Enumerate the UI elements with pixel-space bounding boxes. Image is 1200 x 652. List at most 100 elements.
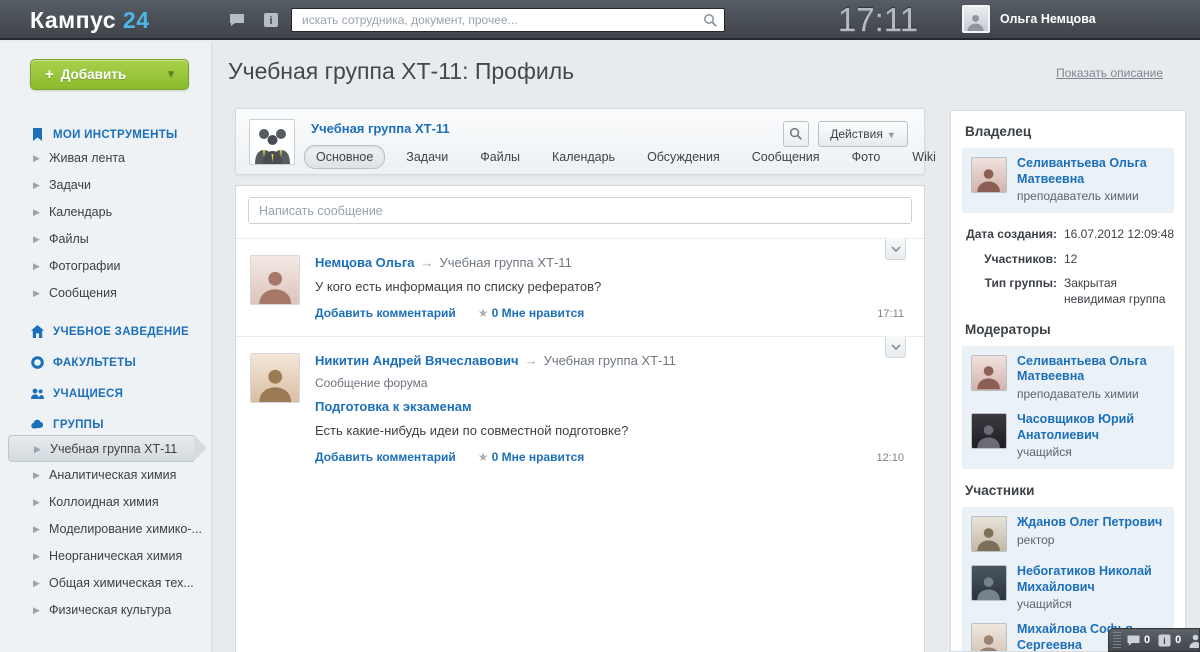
sidebar-item-messages[interactable]: ▶Сообщения xyxy=(0,280,212,307)
post-target-link[interactable]: Учебная группа ХТ-11 xyxy=(440,255,572,270)
add-comment-link[interactable]: Добавить комментарий xyxy=(315,306,456,320)
owner-row: Селивантьева Ольга Матвеевна преподавате… xyxy=(971,156,1165,203)
post-author-link[interactable]: Никитин Андрей Вячеславович xyxy=(315,353,519,368)
caret-icon: ▶ xyxy=(33,145,40,172)
sidebar-item-group-colloid[interactable]: ▶Коллоидная химия xyxy=(0,489,212,516)
post-kind: Сообщение форума xyxy=(315,376,904,390)
sidebar-item-group-analytic[interactable]: ▶Аналитическая химия xyxy=(0,462,212,489)
add-button[interactable]: +Добавить ▼ xyxy=(30,59,189,90)
tab-wiki[interactable]: Wiki xyxy=(901,146,947,168)
meta-row-created: Дата создания: 16.07.2012 12:09:48 xyxy=(965,227,1171,243)
caret-icon: ▶ xyxy=(33,489,40,516)
sidebar-section-faculties: ФАКУЛЬТЕТЫ xyxy=(0,356,212,369)
person-avatar[interactable] xyxy=(971,355,1007,391)
group-tabs: Основное Задачи Файлы Календарь Обсужден… xyxy=(304,145,1030,169)
sidebar-item-live-feed[interactable]: ▶Живая лента xyxy=(0,145,212,172)
post-author-link[interactable]: Немцова Ольга xyxy=(315,255,415,270)
bookmark-icon xyxy=(31,128,44,141)
moderator-row: Селивантьева Ольга Матвеевна преподавате… xyxy=(971,354,1165,401)
chat-icon[interactable] xyxy=(1126,633,1141,648)
person-icon[interactable] xyxy=(1188,633,1200,648)
person-name-link[interactable]: Жданов Олег Петрович xyxy=(1017,515,1165,531)
owner-heading: Владелец xyxy=(965,124,1171,139)
tab-tasks[interactable]: Задачи xyxy=(395,146,459,168)
people-icon xyxy=(31,387,44,400)
post-target-link[interactable]: Учебная группа ХТ-11 xyxy=(544,353,676,368)
like-button[interactable]: ★ 0 Мне нравится xyxy=(478,450,584,464)
person-avatar[interactable] xyxy=(971,413,1007,449)
person-name-link[interactable]: Селивантьева Ольга Матвеевна xyxy=(1017,354,1165,385)
sidebar-head-tools[interactable]: МОИ ИНСТРУМЕНТЫ xyxy=(0,128,212,141)
info-count-badge: 0 xyxy=(1175,634,1181,646)
info-icon[interactable]: i xyxy=(1157,633,1172,648)
tab-discussions[interactable]: Обсуждения xyxy=(636,146,731,168)
person-name-link[interactable]: Селивантьева Ольга Матвеевна xyxy=(1017,156,1165,187)
sidebar-section-tools: МОИ ИНСТРУМЕНТЫ ▶Живая лента ▶Задачи ▶Ка… xyxy=(0,128,212,307)
tab-main[interactable]: Основное xyxy=(304,145,385,169)
person-avatar[interactable] xyxy=(971,565,1007,601)
info-icon[interactable]: i xyxy=(262,11,280,29)
add-comment-link[interactable]: Добавить комментарий xyxy=(315,450,456,464)
group-avatar xyxy=(249,119,295,165)
sidebar-head-students[interactable]: УЧАЩИЕСЯ xyxy=(0,387,212,400)
chat-icon[interactable] xyxy=(228,11,246,29)
star-icon: ★ xyxy=(478,306,489,320)
member-row: Небогатиков Николай Михайлович учащийся xyxy=(971,564,1165,611)
sidebar-section-students: УЧАЩИЕСЯ xyxy=(0,387,212,400)
sidebar-head-groups[interactable]: ГРУППЫ xyxy=(0,418,212,431)
sidebar-item-group-general[interactable]: ▶Общая химическая тех... xyxy=(0,570,212,597)
feed-post: Немцова Ольга→Учебная группа ХТ-11 У ког… xyxy=(236,239,924,336)
show-description-link[interactable]: Показать описание xyxy=(1056,66,1163,80)
sidebar-item-calendar[interactable]: ▶Календарь xyxy=(0,199,212,226)
composer-input[interactable] xyxy=(249,198,911,223)
person-name-link[interactable]: Небогатиков Николай Михайлович xyxy=(1017,564,1165,595)
home-icon xyxy=(31,325,44,338)
caret-icon: ▶ xyxy=(33,462,40,489)
global-search xyxy=(291,8,725,32)
feed-post: Никитин Андрей Вячеславович→Учебная груп… xyxy=(236,337,924,480)
tab-messages[interactable]: Сообщения xyxy=(741,146,831,168)
person-role: учащийся xyxy=(1017,597,1165,611)
meta-row-members-count: Участников: 12 xyxy=(965,252,1171,268)
post-author-avatar[interactable] xyxy=(250,255,300,305)
chevron-down-icon: ▼ xyxy=(166,60,176,89)
sidebar-item-photos[interactable]: ▶Фотографии xyxy=(0,253,212,280)
logo-text: Кампус xyxy=(30,7,116,33)
tab-calendar[interactable]: Календарь xyxy=(541,146,626,168)
members-heading: Участники xyxy=(965,483,1171,498)
sidebar-item-group-inorganic[interactable]: ▶Неорганическая химия xyxy=(0,543,212,570)
page-title: Учебная группа ХТ-11: Профиль xyxy=(228,58,574,85)
person-avatar[interactable] xyxy=(971,516,1007,552)
app-logo[interactable]: Кампус 24 xyxy=(30,7,150,34)
current-user[interactable]: Ольга Немцова xyxy=(962,5,1096,33)
group-name[interactable]: Учебная группа ХТ-11 xyxy=(311,121,450,136)
group-header-card: Учебная группа ХТ-11 Основное Задачи Фай… xyxy=(235,108,925,175)
sidebar-item-files[interactable]: ▶Файлы xyxy=(0,226,212,253)
drag-handle[interactable] xyxy=(1113,632,1121,648)
header-clock: 17:11 xyxy=(828,0,928,40)
search-icon[interactable] xyxy=(703,13,718,28)
sidebar-item-group-modeling[interactable]: ▶Моделирование химико-... xyxy=(0,516,212,543)
tab-files[interactable]: Файлы xyxy=(469,146,531,168)
group-info-panel: Владелец Селивантьева Ольга Матвеевна пр… xyxy=(950,110,1186,652)
tab-photo[interactable]: Фото xyxy=(841,146,892,168)
global-search-input[interactable] xyxy=(292,9,724,31)
post-body: У кого есть информация по списку реферат… xyxy=(315,279,904,294)
notification-dock[interactable]: 0 i 0 xyxy=(1108,628,1200,652)
sidebar-head-faculties[interactable]: ФАКУЛЬТЕТЫ xyxy=(0,356,212,369)
like-button[interactable]: ★ 0 Мне нравится xyxy=(478,306,584,320)
caret-icon: ▶ xyxy=(33,543,40,570)
sidebar-item-group-xt11[interactable]: ▶Учебная группа ХТ-11 xyxy=(8,435,194,462)
sidebar-head-school[interactable]: УЧЕБНОЕ ЗАВЕДЕНИЕ xyxy=(0,325,212,338)
person-avatar[interactable] xyxy=(971,623,1007,652)
post-author-avatar[interactable] xyxy=(250,353,300,403)
sidebar-item-group-physical[interactable]: ▶Физическая культура xyxy=(0,597,212,624)
person-avatar[interactable] xyxy=(971,157,1007,193)
sidebar-item-tasks[interactable]: ▶Задачи xyxy=(0,172,212,199)
caret-icon: ▶ xyxy=(33,172,40,199)
post-topic-link[interactable]: Подготовка к экзаменам xyxy=(315,399,904,414)
post-timestamp: 12:10 xyxy=(876,452,904,464)
person-name-link[interactable]: Часовщиков Юрий Анатолиевич xyxy=(1017,412,1165,443)
actions-button[interactable]: Действия▼ xyxy=(818,121,908,147)
group-search-button[interactable] xyxy=(783,121,809,147)
